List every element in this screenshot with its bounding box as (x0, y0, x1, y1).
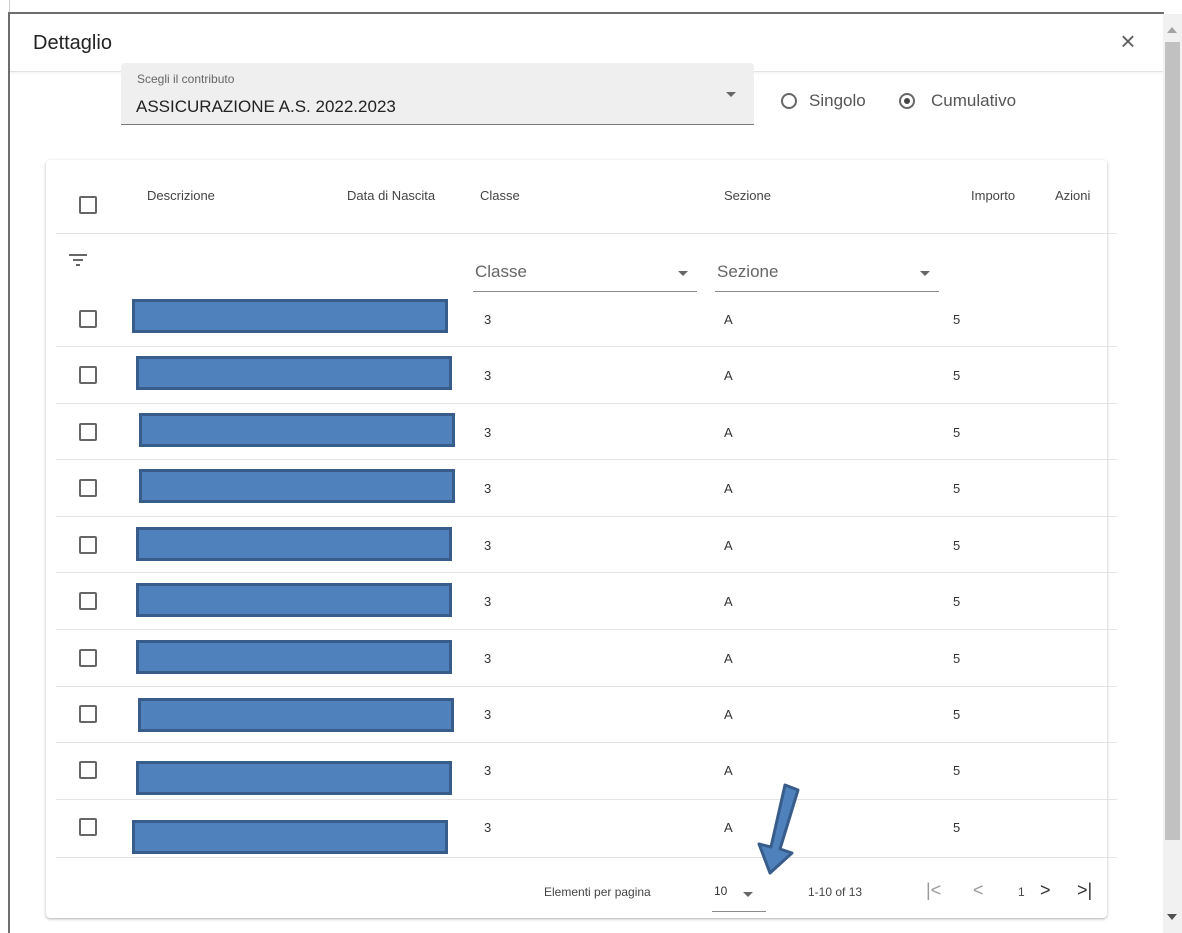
cell-importo: 5 (953, 763, 961, 778)
cell-classe: 3 (484, 820, 492, 835)
row-checkbox[interactable] (79, 649, 97, 667)
dropdown-arrow-icon (743, 892, 753, 897)
redacted-name (139, 413, 455, 447)
cell-importo: 5 (953, 425, 961, 440)
contribution-select-label: Scegli il contributo (137, 72, 235, 86)
contribution-select-value: ASSICURAZIONE A.S. 2022.2023 (136, 97, 396, 116)
redacted-name (136, 640, 452, 674)
cell-classe: 3 (484, 651, 492, 666)
cell-importo: 5 (953, 368, 961, 383)
sezione-filter-select[interactable]: Sezione (715, 252, 939, 292)
cell-classe: 3 (484, 481, 492, 496)
dropdown-arrow-icon (726, 92, 736, 97)
cell-importo: 5 (953, 538, 961, 553)
radio-cumulativo-label[interactable]: Cumulativo (931, 91, 1016, 111)
column-header-importo[interactable]: Importo (971, 188, 1015, 203)
dropdown-arrow-icon (678, 271, 688, 276)
redacted-name (136, 583, 452, 617)
row-checkbox[interactable] (79, 592, 97, 610)
cell-sezione: A (724, 763, 733, 778)
first-page-icon[interactable]: |< (926, 880, 941, 901)
cell-importo: 5 (953, 820, 961, 835)
row-divider (56, 857, 1117, 858)
next-page-icon[interactable]: > (1040, 880, 1051, 901)
annotation-arrow-icon (757, 783, 800, 875)
column-header-classe[interactable]: Classe (480, 188, 520, 203)
items-per-page-label: Elementi per pagina (544, 885, 651, 899)
column-header-azioni: Azioni (1055, 188, 1091, 203)
cell-sezione: A (724, 594, 733, 609)
previous-page-icon[interactable]: < (973, 880, 984, 901)
page-size-value: 10 (714, 884, 728, 898)
row-checkbox[interactable] (79, 366, 97, 384)
row-divider (56, 572, 1117, 573)
radio-singolo[interactable] (781, 93, 797, 109)
dialog-title: Dettaglio (33, 32, 112, 54)
redacted-name (132, 299, 448, 333)
classe-filter-placeholder: Classe (475, 262, 527, 281)
cell-importo: 5 (953, 481, 961, 496)
cell-sezione: A (724, 481, 733, 496)
redacted-name (138, 698, 454, 732)
dropdown-arrow-icon (920, 271, 930, 276)
redacted-name (139, 469, 455, 503)
cell-classe: 3 (484, 425, 492, 440)
cell-sezione: A (724, 368, 733, 383)
cell-importo: 5 (953, 594, 961, 609)
row-divider (56, 629, 1117, 630)
cell-importo: 5 (953, 707, 961, 722)
current-page-number: 1 (1018, 885, 1025, 899)
filter-icon[interactable] (69, 253, 87, 267)
radio-singolo-label[interactable]: Singolo (809, 91, 866, 111)
cell-classe: 3 (484, 763, 492, 778)
row-checkbox[interactable] (79, 310, 97, 328)
scroll-down-icon[interactable] (1167, 914, 1177, 920)
cell-classe: 3 (484, 312, 492, 327)
sezione-filter-placeholder: Sezione (717, 262, 779, 281)
row-divider (56, 742, 1117, 743)
row-divider (56, 346, 1117, 347)
redacted-name (136, 761, 452, 795)
row-checkbox[interactable] (79, 479, 97, 497)
cell-sezione: A (724, 820, 733, 835)
cell-classe: 3 (484, 594, 492, 609)
select-all-checkbox[interactable] (79, 196, 97, 214)
column-header-data-nascita[interactable]: Data di Nascita (347, 188, 435, 203)
row-checkbox[interactable] (79, 423, 97, 441)
row-checkbox[interactable] (79, 705, 97, 723)
row-divider (56, 516, 1117, 517)
close-icon[interactable]: × (1116, 28, 1140, 54)
page-size-select[interactable]: 10 (712, 874, 766, 912)
row-checkbox[interactable] (79, 536, 97, 554)
row-divider (56, 686, 1117, 687)
cell-sezione: A (724, 425, 733, 440)
cell-classe: 3 (484, 368, 492, 383)
cell-sezione: A (724, 651, 733, 666)
cell-importo: 5 (953, 651, 961, 666)
row-checkbox[interactable] (79, 818, 97, 836)
column-header-descrizione[interactable]: Descrizione (147, 188, 215, 203)
header-divider (56, 233, 1117, 234)
classe-filter-select[interactable]: Classe (473, 252, 697, 292)
row-divider (56, 403, 1117, 404)
redacted-name (136, 356, 452, 390)
cell-sezione: A (724, 312, 733, 327)
row-divider (56, 459, 1117, 460)
column-header-sezione[interactable]: Sezione (724, 188, 771, 203)
cell-sezione: A (724, 707, 733, 722)
cell-classe: 3 (484, 707, 492, 722)
redacted-name (132, 820, 448, 854)
scrollbar-thumb[interactable] (1165, 42, 1180, 840)
last-page-icon[interactable]: >| (1077, 880, 1092, 901)
cell-classe: 3 (484, 538, 492, 553)
redacted-name (136, 527, 452, 561)
scroll-up-icon[interactable] (1167, 27, 1177, 33)
contribution-select[interactable]: Scegli il contributo ASSICURAZIONE A.S. … (121, 63, 754, 125)
cell-importo: 5 (953, 312, 961, 327)
radio-cumulativo[interactable] (899, 93, 915, 109)
row-divider (56, 799, 1117, 800)
row-checkbox[interactable] (79, 761, 97, 779)
cell-sezione: A (724, 538, 733, 553)
page-range-label: 1-10 of 13 (808, 885, 863, 899)
